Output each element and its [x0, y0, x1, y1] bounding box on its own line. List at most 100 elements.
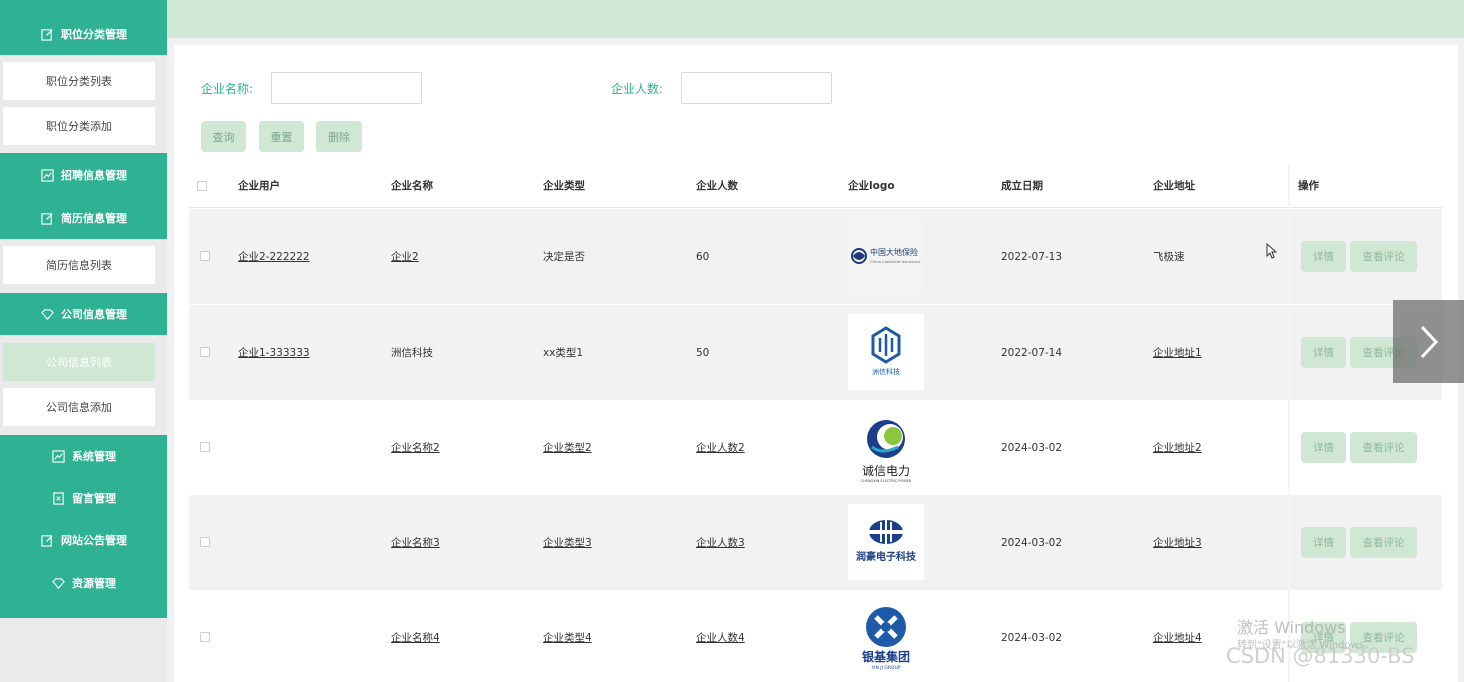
cell-user[interactable]: 企业1-333333: [238, 305, 310, 400]
row-checkbox[interactable]: [200, 442, 210, 452]
company-name-input[interactable]: [271, 72, 422, 104]
cell-date: 2024-03-02: [1001, 441, 1063, 454]
sidebar-item-job-category-list[interactable]: 职位分类列表: [3, 62, 155, 100]
chevron-right-icon: [1420, 325, 1438, 358]
svg-text:诚信电力: 诚信电力: [862, 464, 910, 478]
company-size-label: 企业人数:: [611, 82, 664, 96]
svg-text:CHENGXIN ELECTRIC POWER: CHENGXIN ELECTRIC POWER: [861, 479, 912, 483]
top-bar: [167, 0, 1464, 38]
cell-type[interactable]: 企业类型2: [543, 400, 592, 495]
sidebar-item-label: 公司信息添加: [46, 401, 112, 414]
sidebar-item-job-category-add[interactable]: 职位分类添加: [3, 107, 155, 145]
sidebar-item-resume-list[interactable]: 简历信息列表: [3, 246, 155, 284]
row-checkbox[interactable]: [200, 537, 210, 547]
header-name: 企业名称: [391, 180, 433, 192]
menu-job-category[interactable]: 职位分类管理: [0, 13, 167, 55]
cell-size: 50: [696, 346, 710, 359]
svg-text:润豪电子科技: 润豪电子科技: [856, 550, 917, 563]
cell-type[interactable]: 企业类型4: [543, 590, 592, 682]
sidebar-item-company-list[interactable]: 公司信息列表: [3, 343, 155, 381]
detail-button[interactable]: 详情: [1301, 432, 1346, 463]
view-comments-button[interactable]: 查看评论: [1350, 241, 1417, 272]
sidebar: 职位分类管理 职位分类列表 职位分类添加 招聘信息管理 简历信息管理 简历信息列…: [0, 0, 167, 682]
cell-address[interactable]: 企业地址1: [1153, 305, 1202, 400]
cell-user[interactable]: 企业2-222222: [238, 209, 310, 304]
svg-text:China Continent Insurance: China Continent Insurance: [870, 259, 921, 264]
menu-system[interactable]: 系统管理: [0, 435, 167, 477]
cell-name[interactable]: 企业名称3: [391, 495, 440, 590]
company-size-input[interactable]: [681, 72, 832, 104]
cell-date: 2024-03-02: [1001, 536, 1063, 549]
menu-label: 职位分类管理: [61, 28, 127, 41]
header-address: 企业地址: [1153, 180, 1195, 192]
menu-label: 网站公告管理: [61, 534, 127, 547]
row-checkbox[interactable]: [200, 251, 210, 261]
cell-type: 决定是否: [543, 251, 585, 263]
menu-label: 公司信息管理: [61, 308, 127, 321]
cell-date: 2022-07-14: [1001, 346, 1063, 359]
svg-text:银基集团: 银基集团: [862, 649, 910, 664]
cell-name[interactable]: 企业名称2: [391, 400, 440, 495]
menu-company-info[interactable]: 公司信息管理: [0, 293, 167, 335]
cell-type: xx类型1: [543, 347, 584, 359]
detail-button[interactable]: 详情: [1301, 241, 1346, 272]
menu-resume-info[interactable]: 简历信息管理: [0, 197, 167, 239]
company-logo: 银基集团 YIN JI GROUP: [848, 599, 924, 675]
menu-label: 系统管理: [72, 450, 116, 463]
cell-size[interactable]: 企业人数4: [696, 590, 745, 682]
menu-messages[interactable]: 留言管理: [0, 477, 167, 519]
header-type: 企业类型: [543, 180, 585, 192]
edit-icon: [40, 533, 54, 547]
svg-text:中国大地保险: 中国大地保险: [870, 247, 918, 257]
diamond-icon: [51, 576, 65, 590]
cell-size[interactable]: 企业人数2: [696, 400, 745, 495]
next-arrow-button[interactable]: [1393, 300, 1464, 383]
header-date: 成立日期: [1001, 180, 1043, 192]
column-divider: [1288, 163, 1290, 682]
table-row: 企业2-222222 企业2 决定是否 60 中国大地保险 China Cont…: [189, 209, 1442, 304]
detail-button[interactable]: 详情: [1301, 527, 1346, 558]
cell-address[interactable]: 企业地址4: [1153, 590, 1202, 682]
company-logo: 洲信科技: [848, 314, 924, 390]
header-user: 企业用户: [238, 180, 280, 192]
company-logo: 润豪电子科技: [848, 504, 924, 580]
view-comments-button[interactable]: 查看评论: [1350, 432, 1417, 463]
mouse-cursor-icon: [1266, 243, 1277, 259]
sidebar-item-label: 简历信息列表: [46, 259, 112, 272]
csdn-watermark: CSDN @81330-BS: [1226, 644, 1415, 668]
cell-name: 洲信科技: [391, 347, 433, 359]
menu-recruit-info[interactable]: 招聘信息管理: [0, 154, 167, 196]
menu-label: 留言管理: [72, 492, 116, 505]
cell-name[interactable]: 企业名称4: [391, 590, 440, 682]
windows-activation-watermark: 激活 Windows: [1237, 618, 1346, 637]
menu-label: 资源管理: [72, 577, 116, 590]
menu-resources[interactable]: 资源管理: [0, 562, 167, 604]
select-all-checkbox[interactable]: [197, 181, 207, 191]
sidebar-item-label: 职位分类添加: [46, 120, 112, 133]
query-button[interactable]: 查询: [201, 121, 246, 152]
header-size: 企业人数: [696, 180, 738, 192]
cell-type[interactable]: 企业类型3: [543, 495, 592, 590]
row-checkbox[interactable]: [200, 347, 210, 357]
cell-size[interactable]: 企业人数3: [696, 495, 745, 590]
menu-announcements[interactable]: 网站公告管理: [0, 519, 167, 561]
detail-button[interactable]: 详情: [1301, 337, 1346, 368]
cell-address[interactable]: 企业地址2: [1153, 400, 1202, 495]
bookmark-icon: [51, 491, 65, 505]
table-header: 企业用户 企业名称 企业类型 企业人数 企业logo 成立日期 企业地址 操作: [189, 163, 1442, 208]
cell-address: 飞极速: [1153, 251, 1185, 263]
header-logo: 企业logo: [848, 180, 895, 192]
view-comments-button[interactable]: 查看评论: [1350, 527, 1417, 558]
header-actions: 操作: [1298, 180, 1319, 192]
edit-icon: [40, 27, 54, 41]
diamond-icon: [40, 307, 54, 321]
sidebar-item-label: 职位分类列表: [46, 75, 112, 88]
delete-button[interactable]: 删除: [316, 121, 362, 152]
reset-button[interactable]: 重置: [259, 121, 304, 152]
table-row: 企业名称3 企业类型3 企业人数3 润豪电子科技 2024-03-02 企业地址…: [189, 495, 1442, 590]
sidebar-item-company-add[interactable]: 公司信息添加: [3, 388, 155, 426]
edit-icon: [40, 211, 54, 225]
cell-name[interactable]: 企业2: [391, 209, 419, 304]
cell-address[interactable]: 企业地址3: [1153, 495, 1202, 590]
row-checkbox[interactable]: [200, 632, 210, 642]
